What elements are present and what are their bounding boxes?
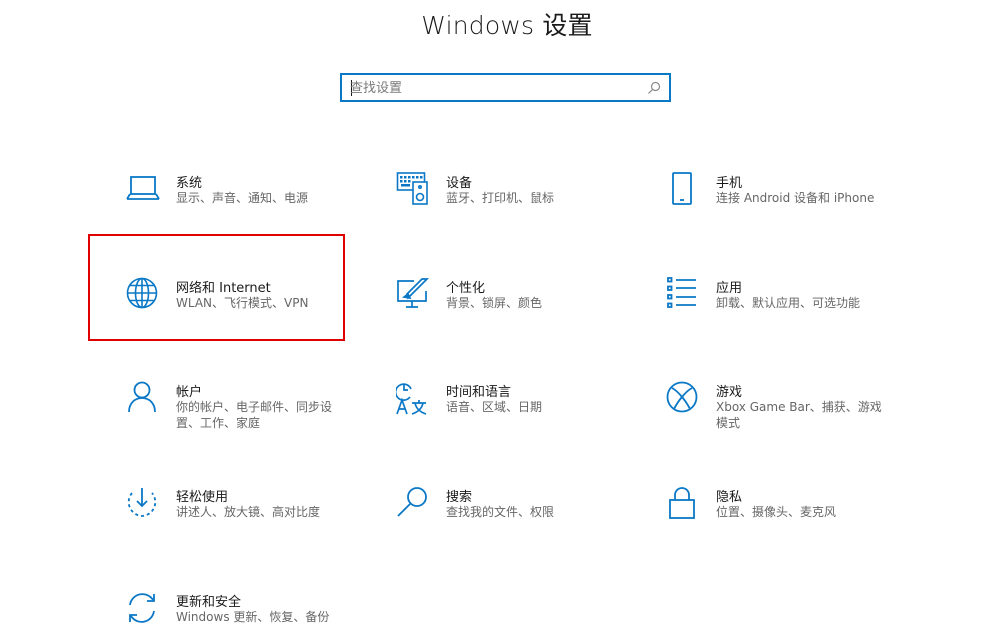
tile-time-language[interactable]: 时间和语言 语音、区域、日期 [396, 381, 636, 451]
tile-update-security[interactable]: 更新和安全 Windows 更新、恢复、备份 [126, 591, 366, 635]
tile-accounts[interactable]: 帐户 你的帐户、电子邮件、同步设置、工作、家庭 [126, 381, 366, 451]
tile-description: 连接 Android 设备和 iPhone [716, 191, 875, 205]
time-language-icon [396, 381, 430, 415]
tile-system[interactable]: 系统 显示、声音、通知、电源 [126, 172, 366, 242]
tile-description: 背景、锁屏、颜色 [446, 296, 543, 310]
sync-icon [126, 591, 160, 625]
person-icon [126, 381, 160, 415]
pen-monitor-icon [396, 277, 430, 311]
tile-name: 轻松使用 [176, 490, 229, 505]
phone-icon [666, 172, 700, 206]
tile-description: 显示、声音、通知、电源 [176, 191, 309, 205]
tile-description: WLAN、飞行模式、VPN [176, 296, 309, 310]
tile-description: 讲述人、放大镜、高对比度 [176, 505, 321, 519]
tile-name: 设备 [446, 176, 473, 191]
tile-devices[interactable]: 设备 蓝牙、打印机、鼠标 [396, 172, 636, 242]
ease-of-access-icon [126, 486, 160, 520]
tile-description: 位置、摄像头、麦克风 [716, 505, 837, 519]
tile-name: 手机 [716, 176, 743, 191]
tile-description: 语音、区域、日期 [446, 400, 543, 414]
tile-description: 查找我的文件、权限 [446, 505, 555, 519]
tile-phone[interactable]: 手机 连接 Android 设备和 iPhone [666, 172, 906, 242]
tile-name: 个性化 [446, 281, 486, 296]
lock-icon [666, 486, 700, 520]
tile-name: 游戏 [716, 385, 743, 400]
tile-description: Windows 更新、恢复、备份 [176, 610, 330, 624]
app-list-icon [666, 277, 700, 311]
xbox-icon [666, 381, 700, 415]
tile-description: Xbox Game Bar、捕获、游戏模式 [716, 400, 882, 430]
tile-personalization[interactable]: 个性化 背景、锁屏、颜色 [396, 277, 636, 347]
tile-name: 帐户 [176, 385, 203, 400]
search-box[interactable] [340, 73, 671, 102]
laptop-icon [126, 172, 160, 206]
tile-name: 时间和语言 [446, 385, 512, 400]
tile-name: 系统 [176, 176, 203, 191]
tile-name: 更新和安全 [176, 595, 242, 610]
tile-description: 你的帐户、电子邮件、同步设置、工作、家庭 [176, 400, 333, 430]
search-magnifier-icon[interactable] [647, 81, 661, 95]
tile-search[interactable]: 搜索 查找我的文件、权限 [396, 486, 636, 556]
search-input[interactable] [350, 77, 640, 99]
tile-privacy[interactable]: 隐私 位置、摄像头、麦克风 [666, 486, 906, 556]
tile-name: 网络和 Internet [176, 281, 271, 296]
tile-gaming[interactable]: 游戏 Xbox Game Bar、捕获、游戏模式 [666, 381, 906, 451]
tile-apps[interactable]: 应用 卸载、默认应用、可选功能 [666, 277, 906, 347]
tile-network-internet[interactable]: 网络和 Internet WLAN、飞行模式、VPN [126, 277, 366, 347]
settings-page: Windows 设置 系统 显示、声音、通知、电源 [0, 0, 988, 635]
tile-name: 搜索 [446, 490, 473, 505]
keyboard-speaker-icon [396, 172, 430, 206]
tile-description: 蓝牙、打印机、鼠标 [446, 191, 555, 205]
search-icon [396, 486, 430, 520]
page-title: Windows 设置 [421, 11, 593, 40]
tile-ease-of-access[interactable]: 轻松使用 讲述人、放大镜、高对比度 [126, 486, 366, 556]
tile-name: 应用 [716, 281, 743, 296]
globe-icon [126, 277, 160, 311]
tile-name: 隐私 [716, 490, 743, 505]
tile-description: 卸载、默认应用、可选功能 [716, 296, 861, 310]
